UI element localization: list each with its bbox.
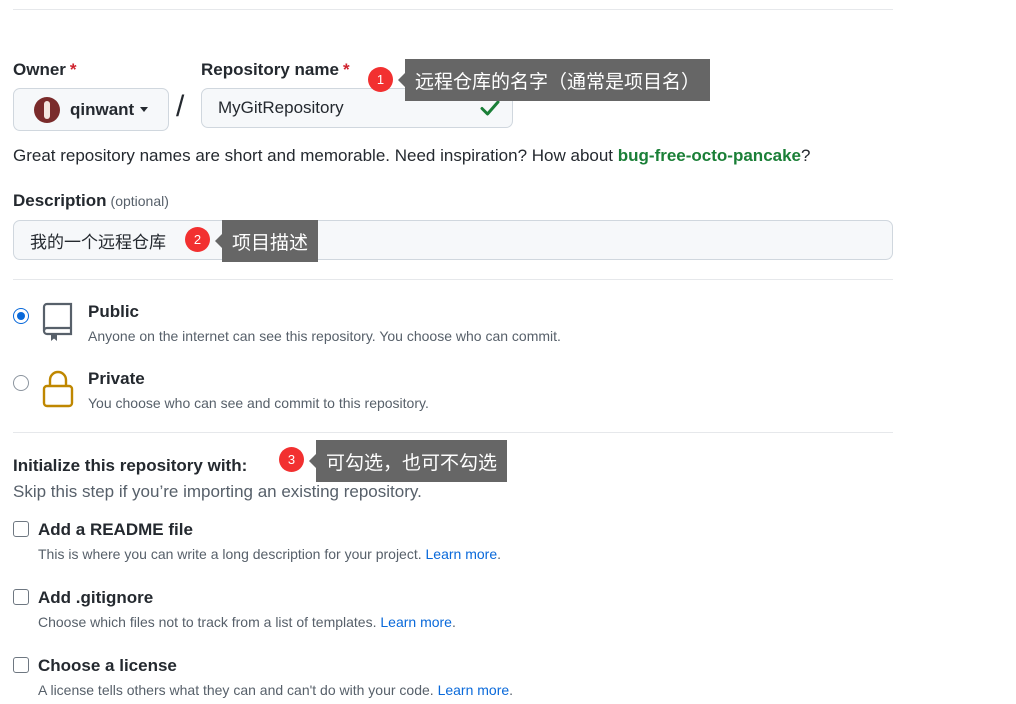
license-learn-more-link[interactable]: Learn more — [438, 682, 510, 698]
name-suggestion[interactable]: bug-free-octo-pancake — [618, 146, 801, 165]
annotation-badge-1: 1 — [368, 67, 393, 92]
divider — [13, 432, 893, 433]
public-radio[interactable] — [13, 308, 29, 324]
readme-desc-end: . — [497, 546, 501, 562]
repository-name-label-text: Repository name — [201, 60, 339, 79]
annotation-tooltip-2: 项目描述 — [214, 220, 319, 262]
gitignore-desc-end: . — [451, 614, 456, 630]
public-title: Public — [88, 302, 140, 321]
description-value: 我的一个远程仓库 — [30, 232, 166, 252]
owner-label-text: Owner — [13, 60, 66, 79]
gitignore-description: Choose which files not to track from a l… — [38, 614, 456, 630]
description-label: Description (optional) — [13, 191, 169, 211]
top-divider — [13, 9, 893, 10]
gitignore-checkbox[interactable] — [13, 589, 29, 605]
description-label-text: Description — [13, 191, 107, 210]
license-desc-text: A license tells others what they can and… — [38, 682, 434, 698]
public-description: Anyone on the internet can see this repo… — [88, 328, 561, 344]
check-icon — [480, 100, 500, 116]
private-radio[interactable] — [13, 375, 29, 391]
repo-icon — [42, 302, 73, 341]
owner-name: qinwant — [70, 99, 135, 119]
gitignore-desc-text: Choose which files not to track from a l… — [38, 614, 377, 630]
annotation-badge-3: 3 — [279, 447, 304, 472]
private-title: Private — [88, 369, 145, 388]
annotation-tooltip-1: 远程仓库的名字（通常是项目名） — [397, 59, 711, 101]
owner-repo-separator: / — [176, 90, 185, 123]
readme-title: Add a README file — [38, 520, 193, 539]
readme-description: This is where you can write a long descr… — [38, 546, 501, 562]
readme-learn-more-link[interactable]: Learn more — [426, 546, 498, 562]
license-title: Choose a license — [38, 656, 177, 675]
license-description: A license tells others what they can and… — [38, 682, 513, 698]
gitignore-title: Add .gitignore — [38, 588, 154, 607]
help-suffix: ? — [801, 146, 811, 165]
private-description: You choose who can see and commit to thi… — [88, 395, 429, 411]
license-desc-end: . — [509, 682, 514, 698]
description-input[interactable]: 我的一个远程仓库 — [13, 220, 893, 260]
help-text: Great repository names are short and mem… — [13, 146, 618, 165]
divider — [13, 279, 893, 280]
description-optional: (optional) — [110, 193, 169, 209]
repository-required-mark: * — [342, 60, 350, 79]
annotation-tooltip-3: 可勾选，也可不勾选 — [308, 440, 508, 482]
license-checkbox[interactable] — [13, 657, 29, 673]
owner-label: Owner * — [13, 60, 77, 80]
repository-name-help: Great repository names are short and mem… — [13, 146, 810, 166]
repository-name-value: MyGitRepository — [218, 98, 344, 117]
lock-icon — [42, 370, 74, 408]
repository-name-label: Repository name * — [201, 60, 350, 80]
readme-desc-text: This is where you can write a long descr… — [38, 546, 422, 562]
readme-checkbox[interactable] — [13, 521, 29, 537]
init-section-title: Initialize this repository with: — [13, 456, 248, 475]
owner-required-mark: * — [69, 60, 77, 79]
avatar — [34, 96, 60, 123]
caret-down-icon — [140, 107, 149, 112]
owner-select-button[interactable]: qinwant — [13, 88, 169, 131]
annotation-badge-2: 2 — [185, 227, 210, 252]
init-section-subtitle: Skip this step if you’re importing an ex… — [13, 482, 422, 501]
gitignore-learn-more-link[interactable]: Learn more — [380, 614, 452, 630]
